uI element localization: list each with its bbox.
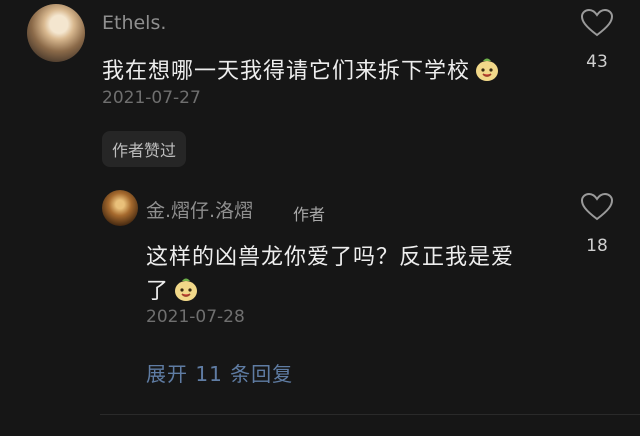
avatar[interactable] — [27, 4, 85, 62]
reply-username[interactable]: 金.熠仔.洛熠 — [146, 196, 253, 223]
reply-text-line2-row: 了 — [146, 273, 199, 305]
comment-username[interactable]: Ethels. — [102, 12, 166, 34]
comment-date: 2021-07-27 — [102, 88, 201, 108]
author-tag: 作者 — [293, 205, 326, 224]
author-liked-badge: 作者赞过 — [102, 131, 187, 167]
divider — [100, 414, 640, 415]
reply-text-line2: 了 — [146, 279, 170, 304]
reply-avatar[interactable] — [102, 190, 138, 226]
reply-text-line1: 这样的凶兽龙你爱了吗？反正我是爱 — [146, 245, 515, 270]
smiling-mascot-emoji-icon — [476, 58, 499, 81]
like-count: 43 — [586, 52, 608, 72]
reply-like-count: 18 — [586, 236, 608, 256]
comment-text-content: 我在想哪一天我得请它们来拆下学校 — [102, 59, 471, 84]
smiling-mascot-emoji-icon — [175, 278, 198, 301]
comment-text: 我在想哪一天我得请它们来拆下学校 — [102, 53, 500, 85]
heart-outline-icon[interactable] — [580, 8, 614, 38]
heart-outline-icon[interactable] — [580, 192, 614, 222]
reply-date: 2021-07-28 — [146, 307, 245, 327]
expand-replies-link[interactable]: 展开 11 条回复 — [146, 358, 293, 387]
